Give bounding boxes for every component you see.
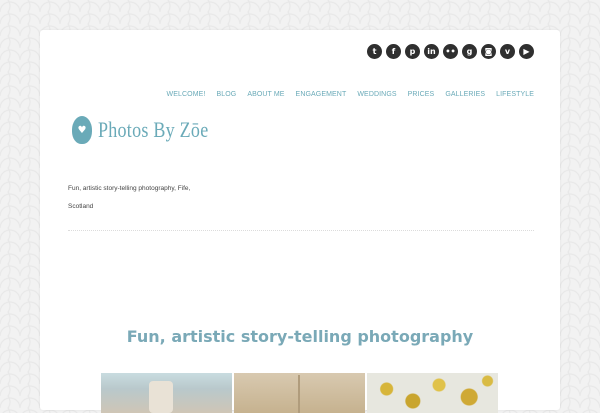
tagline-line-1: Fun, artistic story-telling photography,… bbox=[68, 185, 191, 192]
gallery-photo[interactable] bbox=[234, 373, 365, 413]
nav-item-lifestyle[interactable]: LIFESTYLE bbox=[496, 91, 534, 98]
google-plus-icon[interactable]: g bbox=[462, 44, 477, 59]
header-divider bbox=[68, 230, 534, 231]
page-headline: Fun, artistic story-telling photography bbox=[126, 327, 474, 346]
vimeo-icon[interactable]: v bbox=[500, 44, 515, 59]
twitter-icon[interactable]: t bbox=[367, 44, 382, 59]
logo-text: Photos By Zōe bbox=[98, 117, 209, 142]
nav-item-prices[interactable]: PRICES bbox=[408, 91, 435, 98]
nav-item-weddings[interactable]: WEDDINGS bbox=[357, 91, 396, 98]
site-logo[interactable]: ♥ Photos By Zōe bbox=[72, 116, 233, 144]
instagram-icon[interactable]: ◙ bbox=[481, 44, 496, 59]
heart-badge-icon: ♥ bbox=[72, 116, 92, 144]
nav-item-about-me[interactable]: ABOUT ME bbox=[247, 91, 284, 98]
photo-strip bbox=[101, 373, 498, 413]
linkedin-icon[interactable]: in bbox=[424, 44, 439, 59]
page-container: t f p in •• g ◙ v ▶ WELCOME! BLOG ABOUT … bbox=[40, 30, 560, 413]
nav-item-galleries[interactable]: GALLERIES bbox=[445, 91, 485, 98]
youtube-icon[interactable]: ▶ bbox=[519, 44, 534, 59]
flickr-icon[interactable]: •• bbox=[443, 44, 458, 59]
pinterest-icon[interactable]: p bbox=[405, 44, 420, 59]
gallery-photo[interactable] bbox=[101, 373, 232, 413]
main-nav: WELCOME! BLOG ABOUT ME ENGAGEMENT WEDDIN… bbox=[167, 91, 534, 98]
nav-item-engagement[interactable]: ENGAGEMENT bbox=[296, 91, 347, 98]
tagline-line-2: Scotland bbox=[68, 203, 94, 210]
nav-item-blog[interactable]: BLOG bbox=[216, 91, 236, 98]
gallery-photo[interactable] bbox=[367, 373, 498, 413]
social-links: t f p in •• g ◙ v ▶ bbox=[367, 44, 534, 59]
facebook-icon[interactable]: f bbox=[386, 44, 401, 59]
heart-icon: ♥ bbox=[77, 124, 87, 136]
nav-item-welcome[interactable]: WELCOME! bbox=[167, 91, 206, 98]
